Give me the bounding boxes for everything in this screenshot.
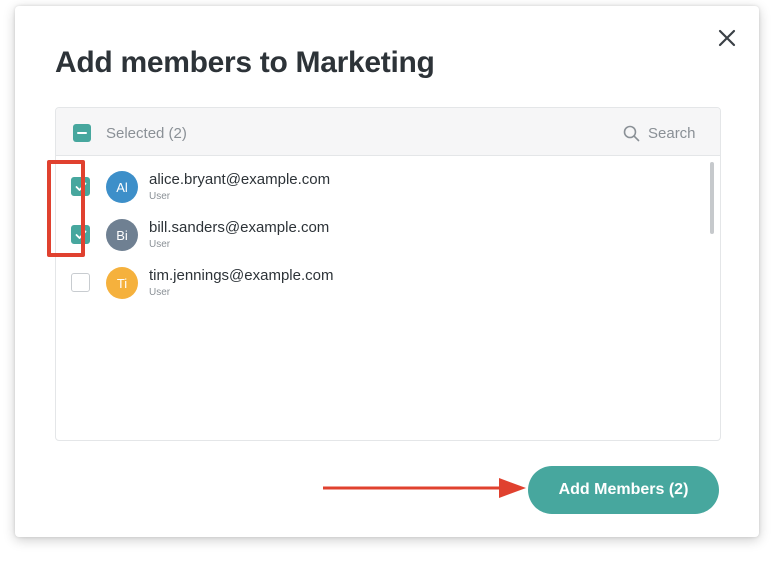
member-checkbox-tim[interactable] — [71, 273, 90, 292]
selected-count-label: Selected (2) — [106, 125, 187, 142]
close-button[interactable] — [715, 26, 739, 50]
member-row-alice[interactable]: Al alice.bryant@example.com User — [56, 156, 720, 204]
close-icon — [718, 29, 736, 47]
list-header: Selected (2) Search — [56, 108, 720, 156]
member-role: User — [149, 191, 171, 202]
member-email: bill.sanders@example.com — [149, 219, 330, 236]
member-role: User — [149, 287, 171, 298]
search-label: Search — [648, 124, 696, 142]
add-members-button[interactable]: Add Members (2) — [528, 466, 719, 514]
annotation-highlight-box — [47, 160, 85, 257]
select-all-checkbox[interactable] — [73, 124, 91, 142]
member-row-bill[interactable]: Bi bill.sanders@example.com User — [56, 204, 720, 252]
member-email: alice.bryant@example.com — [149, 171, 331, 188]
annotation-arrow — [323, 477, 527, 504]
member-email: tim.jennings@example.com — [149, 267, 334, 284]
search-icon — [623, 125, 640, 141]
list-scrollbar[interactable] — [710, 162, 714, 234]
avatar: Al — [106, 171, 138, 203]
avatar: Ti — [106, 267, 138, 299]
member-row-tim[interactable]: Ti tim.jennings@example.com User — [56, 252, 720, 300]
search-button[interactable]: Search — [623, 123, 696, 143]
member-list-panel: Selected (2) Search Al alice.bryant@exam… — [55, 107, 721, 441]
member-rows: Al alice.bryant@example.com User Bi bill… — [56, 156, 720, 300]
dialog-title: Add members to Marketing — [55, 46, 435, 79]
member-role: User — [149, 239, 171, 250]
add-members-dialog: Add members to Marketing Selected (2) Se… — [15, 6, 759, 537]
avatar: Bi — [106, 219, 138, 251]
